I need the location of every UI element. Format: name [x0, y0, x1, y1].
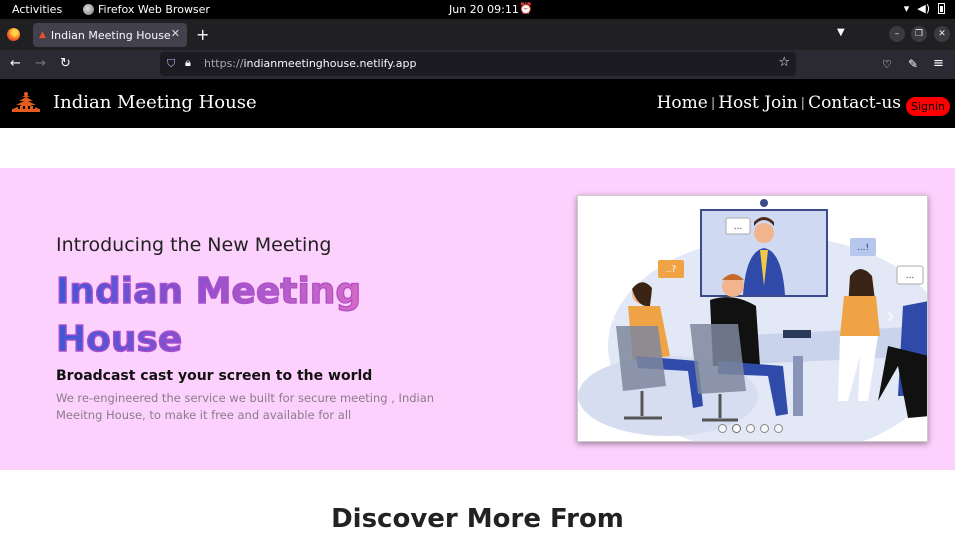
- reload-icon[interactable]: ↻: [60, 56, 71, 71]
- new-tab-icon[interactable]: +: [196, 25, 209, 44]
- bubble-2: ..?: [666, 265, 677, 275]
- site-logo-icon[interactable]: [10, 91, 42, 113]
- lock-icon[interactable]: 🔒︎: [185, 56, 191, 70]
- carousel-indicators: [718, 424, 783, 433]
- hero-headline-line1: Indian Meeting: [55, 270, 362, 312]
- hero-headline-line2: House: [55, 318, 183, 360]
- hero-carousel[interactable]: ... ..? ...! ... ‹ ›: [577, 195, 928, 442]
- app-menu[interactable]: Firefox Web Browser: [83, 3, 210, 16]
- meeting-illustration: ... ..? ...! ...: [578, 199, 927, 441]
- hero-tagline: Broadcast cast your screen to the world: [56, 368, 373, 384]
- bookmark-star-icon[interactable]: ☆: [778, 55, 790, 70]
- url-bar[interactable]: ⛉ 🔒︎ https://indianmeetinghouse.netlify.…: [160, 52, 796, 76]
- hamburger-menu-icon[interactable]: ≡: [933, 56, 944, 71]
- carousel-dot-active[interactable]: [732, 424, 741, 433]
- browser-tab-active[interactable]: ▲ Indian Meeting House ✕: [33, 23, 187, 47]
- carousel-prev-icon[interactable]: ‹: [608, 304, 617, 329]
- carousel-dot[interactable]: [760, 424, 769, 433]
- nav-separator: |: [800, 95, 806, 111]
- clock[interactable]: Jun 20 09:11: [449, 3, 519, 16]
- carousel-dot[interactable]: [774, 424, 783, 433]
- restore-icon[interactable]: ❐: [911, 26, 927, 42]
- carousel-dot[interactable]: [746, 424, 755, 433]
- extensions-icon[interactable]: ✎: [908, 57, 918, 71]
- carousel-next-icon[interactable]: ›: [886, 304, 895, 329]
- browser-tab-strip: ▲ Indian Meeting House ✕ + ▼ – ❐ ✕: [0, 19, 955, 50]
- hero-description: We re-engineered the service we built fo…: [56, 391, 435, 422]
- site-header: Indian Meeting House Home | Host Join | …: [0, 79, 955, 128]
- nav-contact-us[interactable]: Contact-us: [808, 93, 901, 113]
- hero-intro: Introducing the New Meeting: [56, 234, 332, 256]
- nav-home[interactable]: Home: [657, 93, 708, 113]
- site-nav: Home | Host Join | Contact-us: [657, 93, 901, 113]
- carousel-dot[interactable]: [718, 424, 727, 433]
- system-top-bar: Activities Firefox Web Browser Jun 20 09…: [0, 0, 955, 19]
- firefox-view-icon[interactable]: [7, 28, 20, 41]
- battery-icon: [938, 3, 945, 14]
- activities-button[interactable]: Activities: [12, 3, 62, 16]
- section-title: Discover More From: [331, 504, 624, 534]
- tracking-protection-icon[interactable]: ⛉: [167, 57, 175, 71]
- close-tab-icon[interactable]: ✕: [171, 27, 180, 40]
- system-status-area[interactable]: ▾ ◀): [904, 2, 945, 15]
- app-menu-label: Firefox Web Browser: [98, 3, 210, 16]
- hero-section: Introducing the New Meeting Indian Meeti…: [0, 168, 955, 470]
- brand-title[interactable]: Indian Meeting House: [53, 92, 257, 113]
- url-text[interactable]: https://indianmeetinghouse.netlify.app: [204, 57, 416, 70]
- volume-icon: ◀): [917, 2, 930, 15]
- wifi-icon: ▾: [903, 2, 910, 15]
- tab-title: Indian Meeting House: [50, 28, 171, 42]
- site-favicon-icon: ▲: [39, 30, 46, 40]
- signin-button[interactable]: Signin: [905, 97, 950, 116]
- nav-separator: |: [710, 95, 716, 111]
- pocket-icon[interactable]: ♡: [882, 58, 892, 71]
- bubble-3: ...!: [857, 243, 869, 253]
- firefox-app-icon: [83, 4, 94, 15]
- bubble-4: ...: [906, 271, 915, 281]
- minimize-icon[interactable]: –: [889, 26, 905, 42]
- chevron-down-icon[interactable]: ▼: [837, 27, 845, 38]
- forward-icon[interactable]: →: [35, 56, 46, 71]
- close-window-icon[interactable]: ✕: [934, 26, 950, 42]
- browser-nav-bar: ← → ↻ ⛉ 🔒︎ https://indianmeetinghouse.ne…: [0, 50, 955, 79]
- hero-headline: Indian Meeting House: [55, 268, 362, 364]
- back-icon[interactable]: ←: [10, 56, 21, 71]
- bubble-1: ...: [734, 222, 743, 232]
- nav-host-join[interactable]: Host Join: [718, 93, 797, 113]
- alarm-icon: ⏰: [519, 2, 533, 15]
